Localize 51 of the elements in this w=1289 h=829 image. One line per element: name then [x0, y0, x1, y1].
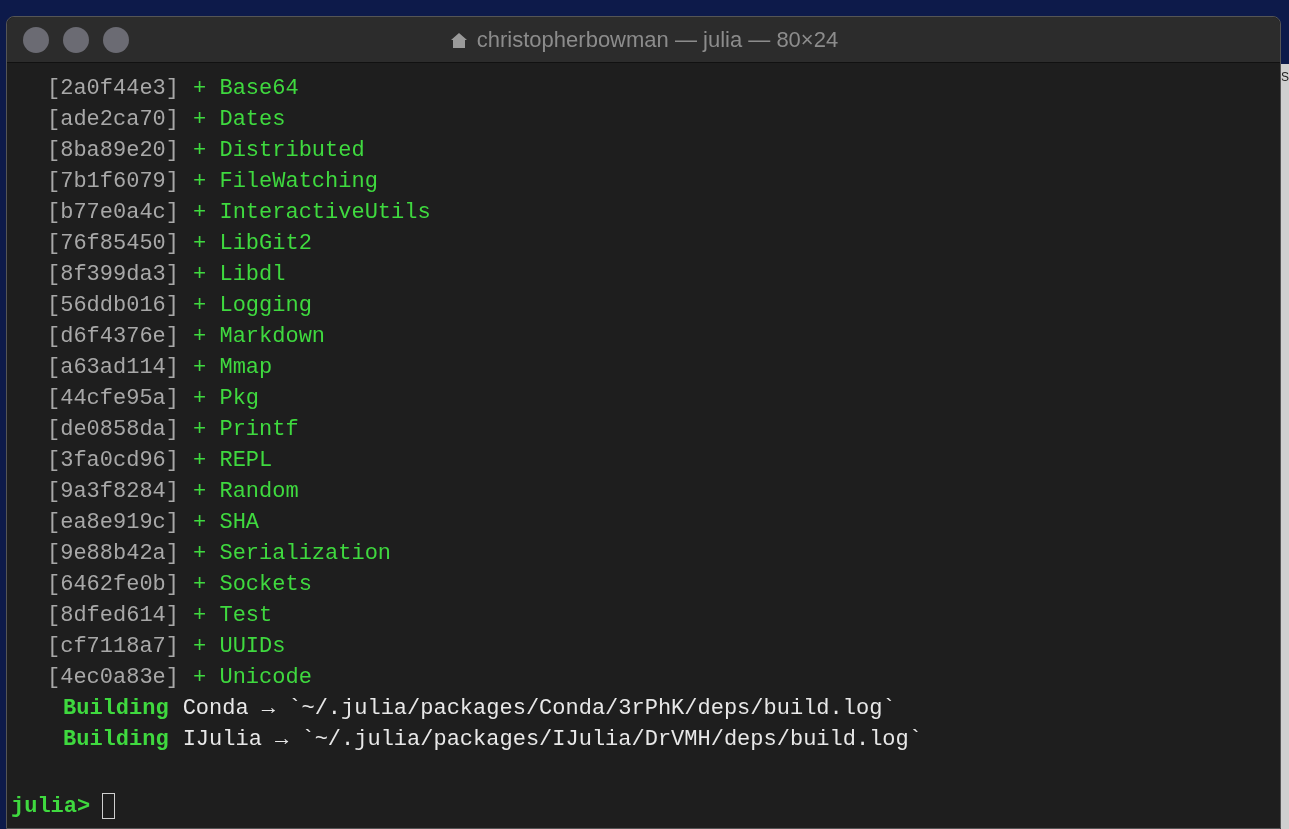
build-log-path: Conda → `~/.julia/packages/Conda/3rPhK/deps/build.log` — [182, 695, 896, 723]
added-package: + Random — [193, 478, 299, 506]
package-hash: [56ddb016] — [47, 292, 180, 320]
package-hash: [b77e0a4c] — [47, 199, 180, 227]
package-hash: [ade2ca70] — [47, 106, 180, 134]
package-hash: [6462fe0b] — [47, 571, 180, 599]
build-label: Building — [63, 695, 169, 723]
added-package: + Libdl — [193, 261, 286, 289]
build-label: Building — [63, 726, 169, 754]
added-package: + UUIDs — [193, 633, 286, 661]
package-hash: [8f399da3] — [47, 261, 180, 289]
added-package: + Unicode — [193, 664, 312, 692]
package-hash: [9a3f8284] — [47, 478, 180, 506]
package-hash: [7b1f6079] — [47, 168, 180, 196]
package-hash: [44cfe95a] — [47, 385, 180, 413]
window-title: christopherbowman — julia — 80×24 — [476, 26, 839, 54]
added-package: + InteractiveUtils — [193, 199, 431, 227]
package-hash: [cf7118a7] — [47, 633, 180, 661]
minimize-button[interactable] — [63, 26, 89, 53]
text-cursor — [102, 793, 116, 819]
package-hash: [76f85450] — [47, 230, 180, 258]
package-hash: [3fa0cd96] — [47, 447, 180, 475]
added-package: + LibGit2 — [193, 230, 312, 258]
added-package: + SHA — [193, 509, 260, 537]
added-package: + Base64 — [193, 75, 299, 103]
added-package: + Serialization — [193, 540, 392, 568]
build-log-path: IJulia → `~/.julia/packages/IJulia/DrVMH/deps/build.log` — [182, 726, 922, 754]
package-hash: [d6f4376e] — [47, 323, 180, 351]
added-package: + Printf — [193, 416, 299, 444]
package-hash: [4ec0a83e] — [47, 664, 180, 692]
added-package: + Pkg — [193, 385, 260, 413]
package-hash: [a63ad114] — [47, 354, 180, 382]
added-package: + Distributed — [193, 137, 365, 165]
added-package: + Mmap — [193, 354, 273, 382]
package-hash: [8dfed614] — [47, 602, 180, 630]
package-hash: [de0858da] — [47, 416, 180, 444]
close-button[interactable] — [23, 26, 49, 53]
package-hash: [ea8e919c] — [47, 509, 180, 537]
added-package: + Markdown — [193, 323, 326, 351]
added-package: + FileWatching — [193, 168, 378, 196]
background-window-text: S — [1281, 69, 1289, 86]
added-package: + REPL — [193, 447, 273, 475]
zoom-button[interactable] — [103, 26, 129, 53]
julia-prompt: julia> — [11, 792, 91, 821]
added-package: + Sockets — [193, 571, 312, 599]
added-package: + Logging — [193, 292, 312, 320]
added-package: + Test — [193, 602, 273, 630]
package-hash: [2a0f44e3] — [47, 75, 180, 103]
added-package: + Dates — [193, 106, 286, 134]
package-hash: [9e88b42a] — [47, 540, 180, 568]
package-hash: [8ba89e20] — [47, 137, 180, 165]
